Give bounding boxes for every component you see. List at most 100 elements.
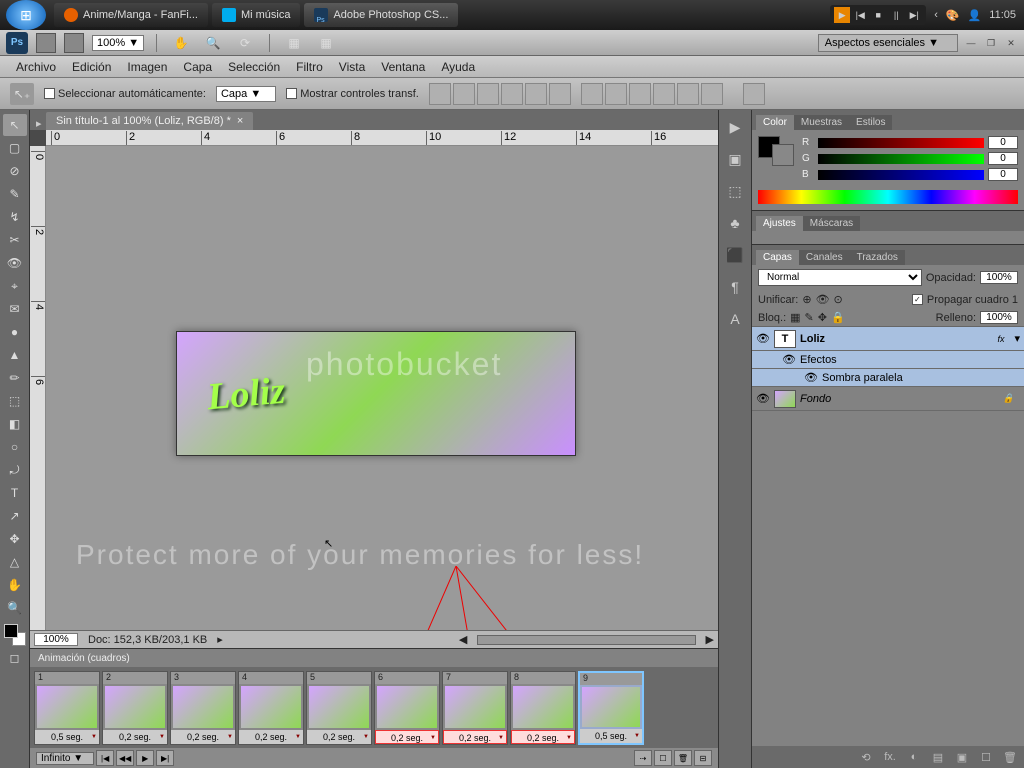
layer-row-loliz[interactable]: 👁 T Loliz fx ▾ xyxy=(752,327,1024,351)
frame-delay[interactable]: 0,2 seg. xyxy=(511,730,575,744)
dist-hcenter-icon[interactable] xyxy=(677,83,699,105)
marquee-tool[interactable]: ▢ xyxy=(3,137,27,159)
lock-pixels-icon[interactable]: ▦ xyxy=(790,311,800,324)
align-left-icon[interactable] xyxy=(501,83,523,105)
rotate-view-icon[interactable]: ⟳ xyxy=(233,32,257,54)
close-button[interactable]: ✕ xyxy=(1004,36,1018,50)
animation-frame[interactable]: 70,2 seg. xyxy=(442,671,508,745)
animation-frame[interactable]: 50,2 seg. xyxy=(306,671,372,745)
spectrum-bar[interactable] xyxy=(758,190,1018,204)
history-panel-icon[interactable]: ▶ xyxy=(724,116,746,138)
tab-close-icon[interactable]: × xyxy=(237,115,243,127)
align-top-icon[interactable] xyxy=(429,83,451,105)
unify-style-icon[interactable]: ⊙ xyxy=(834,293,843,306)
anim-next-button[interactable]: ▶| xyxy=(156,750,174,766)
frame-delay[interactable]: 0,2 seg. xyxy=(239,730,303,744)
paragraph-panel-icon[interactable]: ¶ xyxy=(724,276,746,298)
blend-mode-select[interactable]: Normal xyxy=(758,269,922,286)
new-layer-icon[interactable]: ☐ xyxy=(978,749,994,765)
anim-prev-button[interactable]: ◀◀ xyxy=(116,750,134,766)
media-prev-button[interactable]: |◀ xyxy=(852,7,868,23)
delete-frame-button[interactable]: 🗑 xyxy=(674,750,692,766)
fg-bg-swatch[interactable] xyxy=(4,624,26,646)
menu-filtro[interactable]: Filtro xyxy=(290,58,329,76)
ruler-horizontal[interactable]: 0 2 4 6 8 10 12 14 16 xyxy=(46,130,718,146)
current-tool-icon[interactable]: ↖₊ xyxy=(10,83,34,105)
slice-tool[interactable]: ✂ xyxy=(3,229,27,251)
align-vcenter-icon[interactable] xyxy=(453,83,475,105)
canvas-viewport[interactable]: Loliz photobucket Protect more of your m… xyxy=(46,146,718,630)
animation-frame[interactable]: 80,2 seg. xyxy=(510,671,576,745)
fx-menu-icon[interactable]: fx. xyxy=(882,749,898,765)
timeline-toggle-button[interactable]: ⊟ xyxy=(694,750,712,766)
zoom-tool[interactable]: 🔍 xyxy=(3,597,27,619)
menu-edicion[interactable]: Edición xyxy=(66,58,117,76)
ruler-vertical[interactable]: 0 2 4 6 xyxy=(30,146,46,630)
dist-vcenter-icon[interactable] xyxy=(605,83,627,105)
zoom-select[interactable]: 100% ▼ xyxy=(92,35,144,51)
dist-bottom-icon[interactable] xyxy=(629,83,651,105)
menu-ayuda[interactable]: Ayuda xyxy=(435,58,481,76)
workspace-select[interactable]: Aspectos esenciales ▼ xyxy=(818,34,958,52)
blur-tool[interactable]: ◧ xyxy=(3,413,27,435)
tray-palette-icon[interactable]: 🎨 xyxy=(946,9,960,22)
extras-icon[interactable] xyxy=(64,33,84,53)
menu-seleccion[interactable]: Selección xyxy=(222,58,286,76)
fill-input[interactable] xyxy=(980,311,1018,324)
taskbar-item-firefox[interactable]: Anime/Manga - FanFi... xyxy=(54,3,208,27)
info-panel-icon[interactable]: ⬚ xyxy=(724,180,746,202)
show-transform-checkbox[interactable]: Mostrar controles transf. xyxy=(286,88,419,100)
anim-play-button[interactable]: ▶ xyxy=(136,750,154,766)
lock-all-icon[interactable]: 🔒 xyxy=(831,311,845,324)
scroll-right-icon[interactable]: ▶ xyxy=(706,633,714,646)
tab-color[interactable]: Color xyxy=(756,115,794,130)
animation-frame[interactable]: 40,2 seg. xyxy=(238,671,304,745)
3d-tool[interactable]: △ xyxy=(3,551,27,573)
visibility-icon[interactable]: 👁 xyxy=(756,392,770,405)
auto-select-type[interactable]: Capa ▼ xyxy=(216,86,276,102)
zoom-input[interactable] xyxy=(34,633,78,646)
visibility-icon[interactable]: 👁 xyxy=(804,371,818,384)
tray-network-icon[interactable]: 👤 xyxy=(968,9,982,22)
eyedropper-tool[interactable]: 👁 xyxy=(3,252,27,274)
r-slider[interactable] xyxy=(818,138,984,148)
frame-delay[interactable]: 0,2 seg. xyxy=(103,730,167,744)
animation-frame[interactable]: 60,2 seg. xyxy=(374,671,440,745)
minimize-button[interactable]: — xyxy=(964,36,978,50)
gradient-tool[interactable]: ⬚ xyxy=(3,390,27,412)
trash-icon[interactable]: 🗑 xyxy=(1002,749,1018,765)
adjustment-layer-icon[interactable]: ▤ xyxy=(930,749,946,765)
stamp-tool[interactable]: ● xyxy=(3,321,27,343)
lock-move-icon[interactable]: ✥ xyxy=(818,311,827,324)
tray-chevron-icon[interactable]: ‹ xyxy=(934,9,938,21)
maximize-button[interactable]: ❐ xyxy=(984,36,998,50)
group-icon[interactable]: ▣ xyxy=(954,749,970,765)
dist-left-icon[interactable] xyxy=(653,83,675,105)
menu-vista[interactable]: Vista xyxy=(333,58,371,76)
taskbar-item-photoshop[interactable]: Adobe Photoshop CS... xyxy=(304,3,458,27)
media-next-button[interactable]: ▶| xyxy=(906,7,922,23)
move-tool[interactable]: ↖ xyxy=(3,114,27,136)
quickmask-button[interactable]: ◻ xyxy=(3,647,27,669)
layer-fx-sombra[interactable]: 👁 Sombra paralela xyxy=(752,369,1024,387)
clock[interactable]: 11:05 xyxy=(989,9,1016,21)
brush-tool[interactable]: ✉ xyxy=(3,298,27,320)
screen-mode-icon[interactable]: ▦ xyxy=(314,32,338,54)
unify-pos-icon[interactable]: ⊕ xyxy=(802,293,811,306)
animation-frame[interactable]: 10,5 seg. xyxy=(34,671,100,745)
brushes-panel-icon[interactable]: ♣ xyxy=(724,212,746,234)
menu-capa[interactable]: Capa xyxy=(177,58,218,76)
crop-tool[interactable]: ↯ xyxy=(3,206,27,228)
dist-right-icon[interactable] xyxy=(701,83,723,105)
shape-tool[interactable]: ✥ xyxy=(3,528,27,550)
media-play-button[interactable]: ▶ xyxy=(834,7,850,23)
g-slider[interactable] xyxy=(818,154,984,164)
frame-delay[interactable]: 0,2 seg. xyxy=(171,730,235,744)
tab-capas[interactable]: Capas xyxy=(756,250,799,265)
frame-delay[interactable]: 0,5 seg. xyxy=(580,729,642,743)
zoom-tool-icon[interactable]: 🔍 xyxy=(201,32,225,54)
g-input[interactable] xyxy=(988,152,1018,165)
visibility-icon[interactable]: 👁 xyxy=(756,332,770,345)
visibility-icon[interactable]: 👁 xyxy=(782,353,796,366)
fg-bg-mini[interactable] xyxy=(758,136,794,184)
